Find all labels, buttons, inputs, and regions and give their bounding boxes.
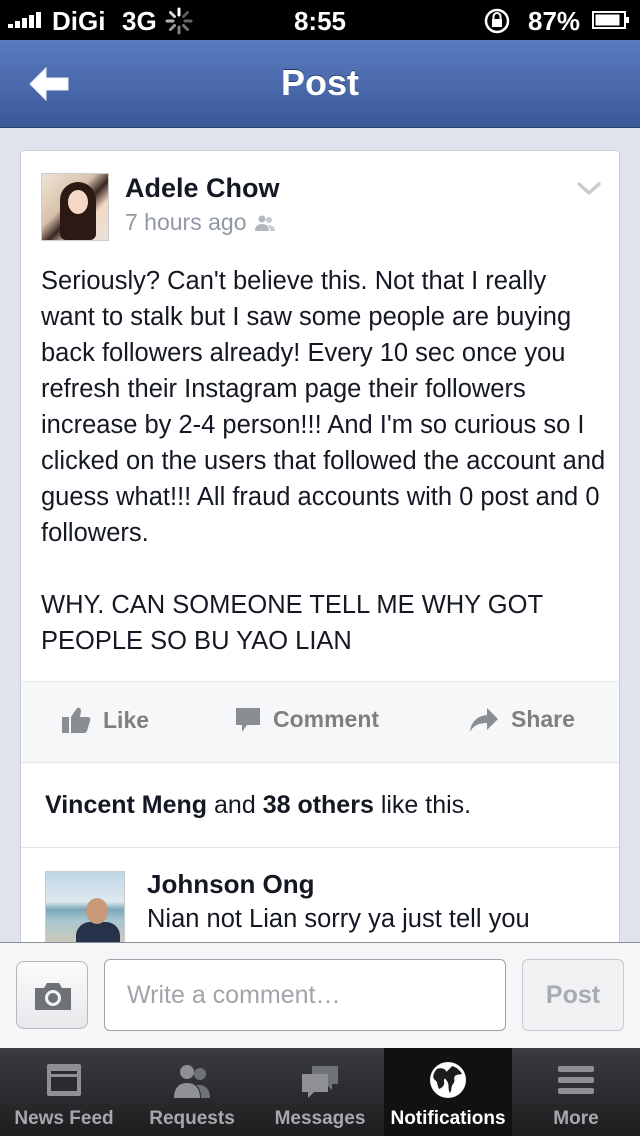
orientation-lock-icon — [484, 8, 510, 34]
likes-suffix: like this. — [380, 791, 472, 819]
battery-icon — [592, 11, 629, 29]
divider — [21, 847, 619, 848]
tab-label: Messages — [274, 1108, 366, 1129]
tab-label: Notifications — [390, 1108, 506, 1129]
chevron-down-icon[interactable] — [577, 181, 601, 197]
tab-label: Requests — [149, 1108, 235, 1129]
tab-requests[interactable]: Requests — [128, 1048, 256, 1136]
tab-more[interactable]: More — [512, 1048, 640, 1136]
requests-icon — [174, 1065, 210, 1098]
tab-label: News Feed — [14, 1108, 114, 1129]
page-title: Post — [280, 62, 359, 103]
post-timestamp: 7 hours ago — [125, 209, 247, 235]
tab-notifications[interactable]: Notifications — [384, 1048, 512, 1136]
menu-icon — [558, 1066, 594, 1094]
share-button[interactable]: Share — [469, 706, 575, 733]
tab-messages[interactable]: Messages — [256, 1048, 384, 1136]
comment-text: Nian not Lian sorry ya just tell you — [147, 905, 530, 933]
thumbs-up-icon — [62, 707, 91, 733]
likes-and: and — [214, 791, 256, 819]
likes-others-count: 38 others — [262, 791, 374, 819]
comment-button[interactable]: Comment — [235, 706, 379, 733]
battery-percent: 87% — [528, 6, 581, 36]
comment-label: Comment — [273, 706, 380, 732]
commenter-avatar[interactable] — [45, 871, 125, 949]
navigation-bar: Post — [0, 40, 640, 128]
like-button[interactable]: Like — [61, 706, 149, 734]
post-card: Adele Chow 7 hours ago Seriously? Can't … — [20, 150, 620, 950]
tab-label: More — [553, 1108, 599, 1129]
comment-author-name[interactable]: Johnson Ong — [147, 869, 315, 900]
post-author-name[interactable]: Adele Chow — [125, 173, 280, 204]
status-bar: DiGi 3G 8:55 87% — [0, 0, 640, 40]
tab-bar: News Feed Requests Messages Notification… — [0, 1048, 640, 1136]
comment-bubble-icon — [236, 707, 260, 732]
share-label: Share — [511, 706, 575, 732]
post-comment-button[interactable]: Post — [522, 959, 624, 1031]
messages-icon — [302, 1066, 338, 1098]
author-avatar[interactable] — [41, 173, 109, 241]
post-meta: 7 hours ago — [125, 209, 276, 236]
tab-news-feed[interactable]: News Feed — [0, 1048, 128, 1136]
like-label: Like — [103, 706, 150, 733]
post-body: Seriously? Can't believe this. Not that … — [41, 267, 606, 655]
likes-summary[interactable]: Vincent Meng and 38 others like this. — [45, 791, 471, 820]
post-actions-bar: Like Comment Share — [21, 681, 619, 763]
news-feed-icon — [47, 1064, 81, 1096]
share-arrow-icon — [470, 707, 498, 732]
friends-icon — [255, 215, 276, 231]
camera-icon — [35, 983, 71, 1010]
camera-button[interactable] — [16, 961, 88, 1029]
comment-input[interactable] — [104, 959, 506, 1031]
comment-composer: Post — [0, 942, 640, 1048]
liker-name: Vincent Meng — [45, 791, 208, 819]
globe-icon — [430, 1062, 466, 1098]
